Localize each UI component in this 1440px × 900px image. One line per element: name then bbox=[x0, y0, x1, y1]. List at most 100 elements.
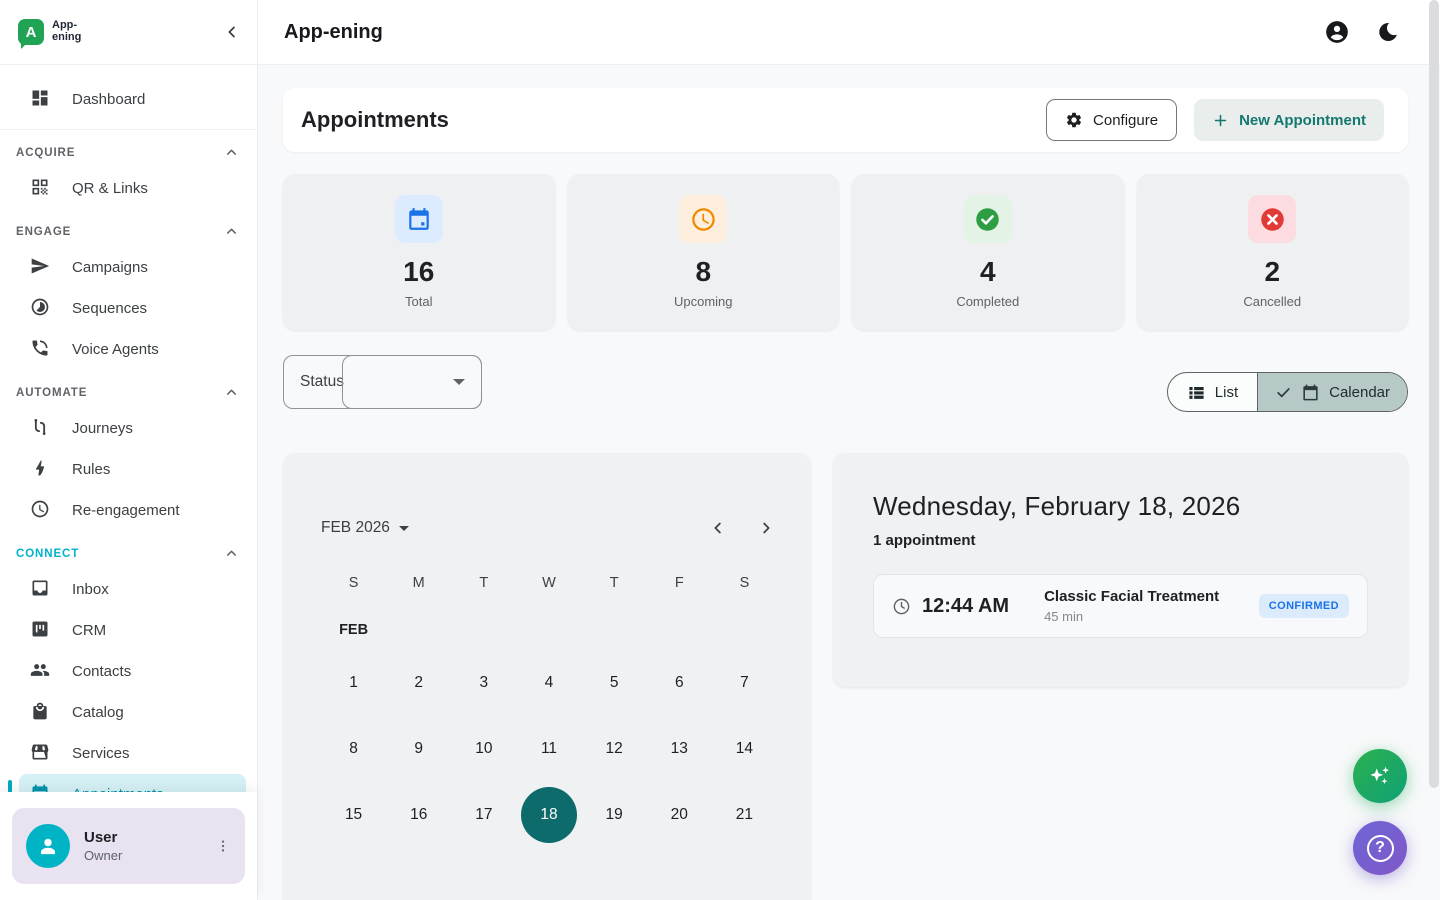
account-icon[interactable] bbox=[1324, 19, 1350, 45]
user-menu-kebab-icon[interactable] bbox=[209, 832, 237, 860]
sidebar-item-label: Journeys bbox=[72, 420, 133, 437]
kanban-icon bbox=[30, 619, 50, 643]
sidebar-item-label: Voice Agents bbox=[72, 341, 159, 358]
sidebar-item-appointments[interactable]: Appointments bbox=[19, 774, 246, 793]
sidebar-collapse-icon[interactable] bbox=[223, 23, 241, 41]
appointment-time: 12:44 AM bbox=[922, 595, 1009, 618]
check-icon bbox=[1275, 384, 1292, 401]
chevron-up-icon bbox=[224, 385, 239, 400]
sidebar-section-engage[interactable]: ENGAGE bbox=[0, 209, 257, 247]
sidebar-item-label: Re-engagement bbox=[72, 502, 180, 519]
brand-name: App- ening bbox=[52, 20, 81, 43]
calendar-day[interactable]: 7 bbox=[712, 650, 777, 716]
stat-value: 16 bbox=[403, 256, 434, 288]
calendar-day[interactable]: 19 bbox=[582, 782, 647, 848]
sidebar-item-catalog[interactable]: Catalog bbox=[0, 692, 257, 733]
section-label: AUTOMATE bbox=[16, 387, 87, 399]
status-filter-label: Status bbox=[300, 373, 344, 391]
calendar-day[interactable]: 21 bbox=[712, 782, 777, 848]
user-card[interactable]: User Owner bbox=[12, 808, 245, 884]
day-header: S bbox=[321, 575, 386, 591]
day-header: S bbox=[712, 575, 777, 591]
check-circle-icon bbox=[964, 195, 1012, 243]
status-filter-select[interactable]: Status bbox=[283, 355, 482, 409]
sidebar-item-label: QR & Links bbox=[72, 180, 148, 197]
sidebar-item-rules[interactable]: Rules bbox=[0, 449, 257, 490]
toggle-calendar-button[interactable]: Calendar bbox=[1257, 373, 1407, 411]
panels: FEB 2026 S bbox=[283, 453, 1408, 900]
sidebar-section-connect[interactable]: CONNECT bbox=[0, 531, 257, 569]
calendar-day[interactable]: 8 bbox=[321, 716, 386, 782]
calendar-day[interactable]: 9 bbox=[386, 716, 451, 782]
calendar-day[interactable]: 4 bbox=[516, 650, 581, 716]
caret-down-icon bbox=[399, 526, 409, 536]
stat-label: Upcoming bbox=[674, 294, 733, 309]
calendar-day[interactable]: 5 bbox=[582, 650, 647, 716]
day-detail-title: Wednesday, February 18, 2026 bbox=[873, 491, 1368, 522]
calendar-day[interactable]: 6 bbox=[647, 650, 712, 716]
configure-button[interactable]: Configure bbox=[1046, 99, 1177, 141]
calendar-day[interactable]: 15 bbox=[321, 782, 386, 848]
sidebar-item-campaigns[interactable]: Campaigns bbox=[0, 247, 257, 288]
calendar-day[interactable]: 2 bbox=[386, 650, 451, 716]
stat-label: Cancelled bbox=[1243, 294, 1301, 309]
user-name: User bbox=[84, 829, 195, 846]
sidebar-item-crm[interactable]: CRM bbox=[0, 610, 257, 651]
calendar-day[interactable]: 14 bbox=[712, 716, 777, 782]
dark-mode-moon-icon[interactable] bbox=[1376, 20, 1400, 44]
calendar-day[interactable]: 11 bbox=[516, 716, 581, 782]
sidebar-section-acquire[interactable]: ACQUIRE bbox=[0, 130, 257, 168]
stat-value: 4 bbox=[980, 256, 996, 288]
help-fab[interactable]: ? bbox=[1353, 821, 1407, 875]
sidebar-item-services[interactable]: Services bbox=[0, 733, 257, 774]
section-label: ENGAGE bbox=[16, 226, 71, 238]
toggle-list-button[interactable]: List bbox=[1168, 373, 1257, 411]
calendar-day[interactable]: 12 bbox=[582, 716, 647, 782]
calendar-day[interactable]: 18 bbox=[516, 782, 581, 848]
configure-label: Configure bbox=[1093, 112, 1158, 129]
stats-row: 16 Total 8 Upcoming 4 Completed bbox=[283, 174, 1408, 330]
dashboard-icon bbox=[30, 88, 50, 112]
qr-code-icon bbox=[30, 177, 50, 201]
send-icon bbox=[30, 256, 50, 280]
calendar-day[interactable]: 1 bbox=[321, 650, 386, 716]
plus-icon bbox=[1212, 112, 1229, 129]
prev-month-chevron-icon[interactable] bbox=[707, 517, 729, 539]
calendar-day[interactable]: 16 bbox=[386, 782, 451, 848]
month-selector[interactable]: FEB 2026 bbox=[321, 519, 409, 537]
sidebar-footer: User Owner bbox=[0, 792, 257, 900]
caret-down-icon bbox=[453, 379, 465, 391]
sidebar-item-qr-links[interactable]: QR & Links bbox=[0, 168, 257, 209]
sidebar-item-inbox[interactable]: Inbox bbox=[0, 569, 257, 610]
scrollbar[interactable] bbox=[1429, 0, 1439, 788]
next-month-chevron-icon[interactable] bbox=[755, 517, 777, 539]
bolt-icon bbox=[30, 458, 50, 482]
brand-name-line2: ening bbox=[52, 32, 81, 44]
sidebar-item-re-engagement[interactable]: Re-engagement bbox=[0, 490, 257, 531]
day-header: T bbox=[582, 575, 647, 591]
calendar-day[interactable]: 17 bbox=[451, 782, 516, 848]
calendar-day[interactable]: 13 bbox=[647, 716, 712, 782]
appointment-service: Classic Facial Treatment bbox=[1044, 588, 1219, 605]
sidebar-section-automate[interactable]: AUTOMATE bbox=[0, 370, 257, 408]
chevron-up-icon bbox=[224, 224, 239, 239]
calendar-day[interactable]: 3 bbox=[451, 650, 516, 716]
new-appointment-button[interactable]: New Appointment bbox=[1194, 99, 1384, 141]
people-icon bbox=[30, 660, 50, 684]
topbar: App-ening bbox=[258, 0, 1440, 64]
sidebar-item-contacts[interactable]: Contacts bbox=[0, 651, 257, 692]
calendar-day[interactable]: 20 bbox=[647, 782, 712, 848]
main-content: Appointments Configure New Appointment bbox=[258, 64, 1440, 900]
user-role: Owner bbox=[84, 848, 195, 863]
calendar-day[interactable]: 10 bbox=[451, 716, 516, 782]
calendar-icon bbox=[395, 195, 443, 243]
sidebar-item-dashboard[interactable]: Dashboard bbox=[0, 79, 257, 120]
ai-assistant-fab[interactable] bbox=[1353, 749, 1407, 803]
day-header: T bbox=[451, 575, 516, 591]
appointment-row[interactable]: 12:44 AM Classic Facial Treatment 45 min… bbox=[873, 574, 1368, 638]
sidebar-item-journeys[interactable]: Journeys bbox=[0, 408, 257, 449]
sidebar-item-sequences[interactable]: Sequences bbox=[0, 288, 257, 329]
sidebar-item-label: Campaigns bbox=[72, 259, 148, 276]
day-header: F bbox=[647, 575, 712, 591]
sidebar-item-voice-agents[interactable]: Voice Agents bbox=[0, 329, 257, 370]
